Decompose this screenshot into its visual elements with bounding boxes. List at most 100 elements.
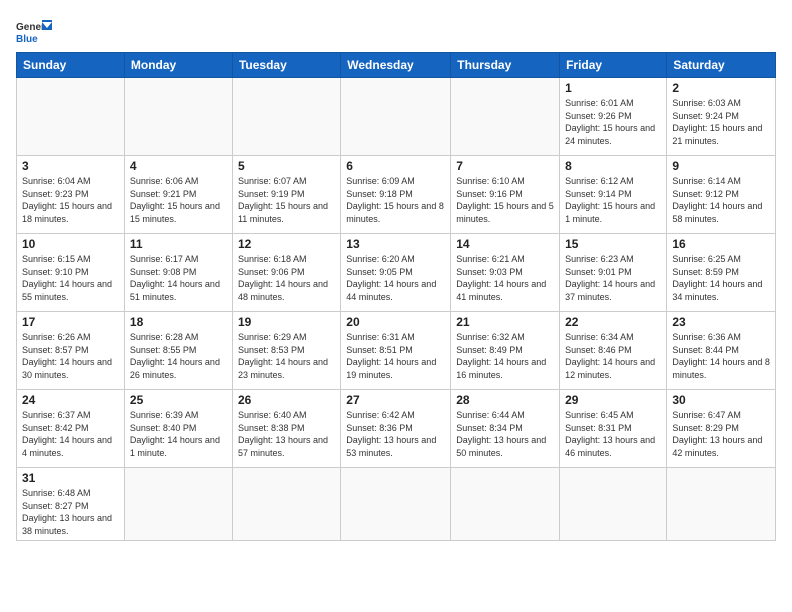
table-row: 23 Sunrise: 6:36 AM Sunset: 8:44 PM Dayli…: [667, 312, 776, 390]
day-number: 4: [130, 159, 227, 173]
weekday-monday: Monday: [124, 53, 232, 78]
table-row: [341, 78, 451, 156]
table-row: 11 Sunrise: 6:17 AM Sunset: 9:08 PM Dayli…: [124, 234, 232, 312]
table-row: [232, 468, 340, 541]
table-row: 16 Sunrise: 6:25 AM Sunset: 8:59 PM Dayli…: [667, 234, 776, 312]
day-number: 13: [346, 237, 445, 251]
day-number: 9: [672, 159, 770, 173]
day-info: Sunrise: 6:14 AM Sunset: 9:12 PM Dayligh…: [672, 175, 770, 225]
day-info: Sunrise: 6:29 AM Sunset: 8:53 PM Dayligh…: [238, 331, 335, 381]
table-row: [341, 468, 451, 541]
day-info: Sunrise: 6:09 AM Sunset: 9:18 PM Dayligh…: [346, 175, 445, 225]
day-info: Sunrise: 6:25 AM Sunset: 8:59 PM Dayligh…: [672, 253, 770, 303]
table-row: 27 Sunrise: 6:42 AM Sunset: 8:36 PM Dayli…: [341, 390, 451, 468]
day-info: Sunrise: 6:28 AM Sunset: 8:55 PM Dayligh…: [130, 331, 227, 381]
table-row: 30 Sunrise: 6:47 AM Sunset: 8:29 PM Dayli…: [667, 390, 776, 468]
table-row: 9 Sunrise: 6:14 AM Sunset: 9:12 PM Daylig…: [667, 156, 776, 234]
day-info: Sunrise: 6:17 AM Sunset: 9:08 PM Dayligh…: [130, 253, 227, 303]
day-info: Sunrise: 6:31 AM Sunset: 8:51 PM Dayligh…: [346, 331, 445, 381]
table-row: 6Sunrise: 6:09 AM Sunset: 9:18 PM Daylig…: [341, 156, 451, 234]
logo: General Blue: [16, 16, 52, 44]
logo-icon: General Blue: [16, 16, 52, 44]
day-number: 16: [672, 237, 770, 251]
day-number: 12: [238, 237, 335, 251]
day-info: Sunrise: 6:40 AM Sunset: 8:38 PM Dayligh…: [238, 409, 335, 459]
day-number: 19: [238, 315, 335, 329]
day-info: Sunrise: 6:07 AM Sunset: 9:19 PM Dayligh…: [238, 175, 335, 225]
table-row: 7 Sunrise: 6:10 AM Sunset: 9:16 PM Daylig…: [451, 156, 560, 234]
day-info: Sunrise: 6:04 AM Sunset: 9:23 PM Dayligh…: [22, 175, 119, 225]
day-number: 7: [456, 159, 554, 173]
day-info: Sunrise: 6:42 AM Sunset: 8:36 PM Dayligh…: [346, 409, 445, 459]
day-info: Sunrise: 6:18 AM Sunset: 9:06 PM Dayligh…: [238, 253, 335, 303]
day-info: Sunrise: 6:36 AM Sunset: 8:44 PM Dayligh…: [672, 331, 770, 381]
table-row: 12 Sunrise: 6:18 AM Sunset: 9:06 PM Dayli…: [232, 234, 340, 312]
table-row: 8 Sunrise: 6:12 AM Sunset: 9:14 PM Daylig…: [560, 156, 667, 234]
table-row: [124, 468, 232, 541]
day-info: Sunrise: 6:10 AM Sunset: 9:16 PM Dayligh…: [456, 175, 554, 225]
table-row: [17, 78, 125, 156]
table-row: [560, 468, 667, 541]
day-number: 14: [456, 237, 554, 251]
table-row: 3 Sunrise: 6:04 AM Sunset: 9:23 PM Daylig…: [17, 156, 125, 234]
day-number: 11: [130, 237, 227, 251]
table-row: 4 Sunrise: 6:06 AM Sunset: 9:21 PM Daylig…: [124, 156, 232, 234]
table-row: 18 Sunrise: 6:28 AM Sunset: 8:55 PM Dayli…: [124, 312, 232, 390]
table-row: 22Sunrise: 6:34 AM Sunset: 8:46 PM Dayli…: [560, 312, 667, 390]
day-info: Sunrise: 6:23 AM Sunset: 9:01 PM Dayligh…: [565, 253, 661, 303]
weekday-wednesday: Wednesday: [341, 53, 451, 78]
day-number: 1: [565, 81, 661, 95]
day-number: 30: [672, 393, 770, 407]
table-row: 14 Sunrise: 6:21 AM Sunset: 9:03 PM Dayli…: [451, 234, 560, 312]
day-info: Sunrise: 6:20 AM Sunset: 9:05 PM Dayligh…: [346, 253, 445, 303]
day-number: 29: [565, 393, 661, 407]
day-number: 23: [672, 315, 770, 329]
calendar-table: SundayMondayTuesdayWednesdayThursdayFrid…: [16, 52, 776, 541]
day-info: Sunrise: 6:37 AM Sunset: 8:42 PM Dayligh…: [22, 409, 119, 459]
day-number: 15: [565, 237, 661, 251]
table-row: 13 Sunrise: 6:20 AM Sunset: 9:05 PM Dayli…: [341, 234, 451, 312]
table-row: [124, 78, 232, 156]
day-number: 21: [456, 315, 554, 329]
table-row: 20 Sunrise: 6:31 AM Sunset: 8:51 PM Dayli…: [341, 312, 451, 390]
table-row: 10Sunrise: 6:15 AM Sunset: 9:10 PM Dayli…: [17, 234, 125, 312]
table-row: 29Sunrise: 6:45 AM Sunset: 8:31 PM Dayli…: [560, 390, 667, 468]
table-row: 17 Sunrise: 6:26 AM Sunset: 8:57 PM Dayli…: [17, 312, 125, 390]
day-number: 24: [22, 393, 119, 407]
day-number: 22: [565, 315, 661, 329]
day-number: 3: [22, 159, 119, 173]
day-info: Sunrise: 6:12 AM Sunset: 9:14 PM Dayligh…: [565, 175, 661, 225]
weekday-sunday: Sunday: [17, 53, 125, 78]
day-number: 17: [22, 315, 119, 329]
day-info: Sunrise: 6:47 AM Sunset: 8:29 PM Dayligh…: [672, 409, 770, 459]
day-number: 8: [565, 159, 661, 173]
day-number: 18: [130, 315, 227, 329]
day-info: Sunrise: 6:26 AM Sunset: 8:57 PM Dayligh…: [22, 331, 119, 381]
table-row: 21 Sunrise: 6:32 AM Sunset: 8:49 PM Dayli…: [451, 312, 560, 390]
table-row: 1 Sunrise: 6:01 AM Sunset: 9:26 PM Daylig…: [560, 78, 667, 156]
day-number: 27: [346, 393, 445, 407]
day-number: 5: [238, 159, 335, 173]
weekday-saturday: Saturday: [667, 53, 776, 78]
table-row: 19 Sunrise: 6:29 AM Sunset: 8:53 PM Dayli…: [232, 312, 340, 390]
weekday-header-row: SundayMondayTuesdayWednesdayThursdayFrid…: [17, 53, 776, 78]
table-row: [667, 468, 776, 541]
day-info: Sunrise: 6:48 AM Sunset: 8:27 PM Dayligh…: [22, 487, 119, 537]
day-info: Sunrise: 6:21 AM Sunset: 9:03 PM Dayligh…: [456, 253, 554, 303]
svg-text:Blue: Blue: [16, 34, 38, 44]
day-number: 10: [22, 237, 119, 251]
table-row: 5 Sunrise: 6:07 AM Sunset: 9:19 PM Daylig…: [232, 156, 340, 234]
weekday-friday: Friday: [560, 53, 667, 78]
day-number: 20: [346, 315, 445, 329]
day-number: 2: [672, 81, 770, 95]
day-number: 28: [456, 393, 554, 407]
table-row: 15 Sunrise: 6:23 AM Sunset: 9:01 PM Dayli…: [560, 234, 667, 312]
day-number: 26: [238, 393, 335, 407]
table-row: 24 Sunrise: 6:37 AM Sunset: 8:42 PM Dayli…: [17, 390, 125, 468]
day-info: Sunrise: 6:39 AM Sunset: 8:40 PM Dayligh…: [130, 409, 227, 459]
day-info: Sunrise: 6:01 AM Sunset: 9:26 PM Dayligh…: [565, 97, 661, 147]
day-number: 31: [22, 471, 119, 485]
table-row: 31 Sunrise: 6:48 AM Sunset: 8:27 PM Dayli…: [17, 468, 125, 541]
day-info: Sunrise: 6:06 AM Sunset: 9:21 PM Dayligh…: [130, 175, 227, 225]
day-info: Sunrise: 6:32 AM Sunset: 8:49 PM Dayligh…: [456, 331, 554, 381]
